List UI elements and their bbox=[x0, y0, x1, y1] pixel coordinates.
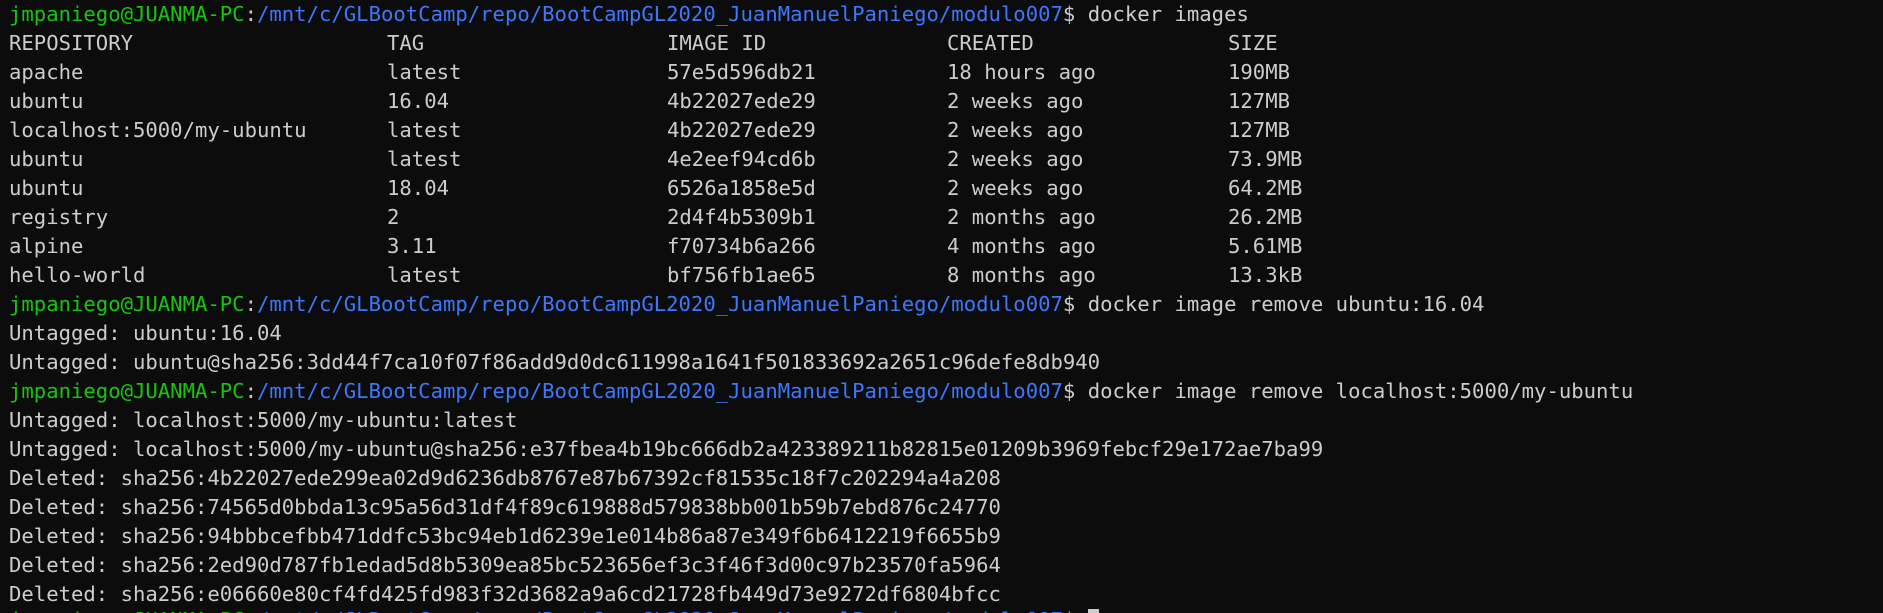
cell-image-id: 6526a1858e5d bbox=[667, 176, 816, 200]
prompt-colon: : bbox=[244, 2, 257, 26]
cell-tag: 18.04 bbox=[387, 176, 449, 200]
cell-created: 8 months ago bbox=[947, 263, 1096, 287]
prompt-path: /mnt/c/GLBootCamp/repo/BootCampGL2020_Ju… bbox=[256, 2, 1063, 26]
cell-tag: latest bbox=[387, 263, 462, 287]
prompt-user: jmpaniego@JUANMA-PC bbox=[9, 2, 245, 26]
cell-repository: registry bbox=[9, 205, 109, 229]
command-text: docker image remove ubuntu:16.04 bbox=[1075, 292, 1485, 316]
cell-created: 2 months ago bbox=[947, 205, 1096, 229]
prompt-dollar: $ bbox=[1063, 608, 1075, 613]
prompt-colon: : bbox=[244, 292, 257, 316]
prompt-path: /mnt/c/GLBootCamp/repo/BootCampGL2020_Ju… bbox=[257, 608, 1063, 613]
cell-size: 127MB bbox=[1228, 118, 1290, 142]
prompt-path: /mnt/c/GLBootCamp/repo/BootCampGL2020_Ju… bbox=[256, 379, 1063, 403]
column-header-size: SIZE bbox=[1228, 31, 1278, 55]
cell-size: 5.61MB bbox=[1228, 234, 1303, 258]
column-header-created: CREATED bbox=[947, 31, 1034, 55]
prompt-user: jmpaniego@JUANMA-PC bbox=[9, 608, 245, 613]
output-line: Deleted: sha256:74565d0bbda13c95a56d31df… bbox=[9, 495, 1001, 519]
output-line: Untagged: localhost:5000/my-ubuntu:lates… bbox=[9, 408, 518, 432]
cell-repository: apache bbox=[9, 60, 84, 84]
terminal-window[interactable]: jmpaniego@JUANMA-PC:/mnt/c/GLBootCamp/re… bbox=[0, 0, 1883, 613]
cell-image-id: 57e5d596db21 bbox=[667, 60, 816, 84]
cell-created: 2 weeks ago bbox=[947, 89, 1084, 113]
column-header-repository: REPOSITORY bbox=[9, 31, 133, 55]
cell-repository: alpine bbox=[9, 234, 84, 258]
output-line: Untagged: ubuntu@sha256:3dd44f7ca10f07f8… bbox=[9, 350, 1101, 374]
cell-created: 2 weeks ago bbox=[947, 176, 1084, 200]
column-header-tag: TAG bbox=[387, 31, 425, 55]
cell-image-id: bf756fb1ae65 bbox=[667, 263, 816, 287]
cell-size: 13.3kB bbox=[1228, 263, 1303, 287]
cell-tag: latest bbox=[387, 60, 462, 84]
cell-size: 26.2MB bbox=[1228, 205, 1303, 229]
cell-image-id: 4b22027ede29 bbox=[667, 118, 816, 142]
table-row: hello-world latest bf756fb1ae65 8 months… bbox=[9, 261, 1883, 290]
cell-image-id: 4b22027ede29 bbox=[667, 89, 816, 113]
cell-size: 73.9MB bbox=[1228, 147, 1303, 171]
output-line: Untagged: localhost:5000/my-ubuntu@sha25… bbox=[9, 437, 1324, 461]
table-row: ubuntu 18.04 6526a1858e5d 2 weeks ago 64… bbox=[9, 174, 1883, 203]
table-row: ubuntu 16.04 4b22027ede29 2 weeks ago 12… bbox=[9, 87, 1883, 116]
output-line: Deleted: sha256:2ed90d787fb1edad5d8b5309… bbox=[9, 553, 1001, 577]
prompt-colon: : bbox=[244, 379, 257, 403]
cell-image-id: 4e2eef94cd6b bbox=[667, 147, 816, 171]
prompt-user: jmpaniego@JUANMA-PC bbox=[9, 379, 245, 403]
output-line: Untagged: ubuntu:16.04 bbox=[9, 321, 282, 345]
cell-created: 2 weeks ago bbox=[947, 147, 1084, 171]
prompt-user: jmpaniego@JUANMA-PC bbox=[9, 292, 245, 316]
cell-repository: ubuntu bbox=[9, 89, 84, 113]
cell-created: 2 weeks ago bbox=[947, 118, 1084, 142]
cell-repository: hello-world bbox=[9, 263, 146, 287]
cell-size: 127MB bbox=[1228, 89, 1290, 113]
cell-repository: ubuntu bbox=[9, 147, 84, 171]
partial-prompt-line: jmpaniego@JUANMA-PC:/mnt/c/GLBootCamp/re… bbox=[9, 606, 1099, 613]
prompt-line: jmpaniego@JUANMA-PC:/mnt/c/GLBootCamp/re… bbox=[9, 290, 1883, 319]
cell-size: 190MB bbox=[1228, 60, 1290, 84]
cell-tag: latest bbox=[387, 147, 462, 171]
prompt-colon: : bbox=[245, 608, 257, 613]
table-row: localhost:5000/my-ubuntu latest 4b22027e… bbox=[9, 116, 1883, 145]
cell-tag: latest bbox=[387, 118, 462, 142]
command-text: docker images bbox=[1075, 2, 1249, 26]
cell-size: 64.2MB bbox=[1228, 176, 1303, 200]
prompt-dollar: $ bbox=[1062, 2, 1076, 26]
cell-image-id: f70734b6a266 bbox=[667, 234, 816, 258]
prompt-dollar: $ bbox=[1062, 292, 1076, 316]
prompt-dollar: $ bbox=[1062, 379, 1076, 403]
cell-tag: 16.04 bbox=[387, 89, 449, 113]
cell-repository: ubuntu bbox=[9, 176, 84, 200]
text-cursor bbox=[1087, 609, 1099, 613]
cell-repository: localhost:5000/my-ubuntu bbox=[9, 118, 307, 142]
column-header-image-id: IMAGE ID bbox=[667, 31, 767, 55]
cell-created: 4 months ago bbox=[947, 234, 1096, 258]
cell-created: 18 hours ago bbox=[947, 60, 1096, 84]
table-row: registry 2 2d4f4b5309b1 2 months ago 26.… bbox=[9, 203, 1883, 232]
prompt-line: jmpaniego@JUANMA-PC:/mnt/c/GLBootCamp/re… bbox=[9, 0, 1883, 29]
prompt-path: /mnt/c/GLBootCamp/repo/BootCampGL2020_Ju… bbox=[256, 292, 1063, 316]
cell-image-id: 2d4f4b5309b1 bbox=[667, 205, 816, 229]
cell-tag: 2 bbox=[387, 205, 400, 229]
table-row: alpine 3.11 f70734b6a266 4 months ago 5.… bbox=[9, 232, 1883, 261]
table-row: apache latest 57e5d596db21 18 hours ago … bbox=[9, 58, 1883, 87]
output-line: Deleted: sha256:4b22027ede299ea02d9d6236… bbox=[9, 466, 1001, 490]
cell-tag: 3.11 bbox=[387, 234, 437, 258]
command-text: docker image remove localhost:5000/my-ub… bbox=[1075, 379, 1634, 403]
output-line: Deleted: sha256:e06660e80cf4fd425fd983f3… bbox=[9, 582, 1001, 606]
table-row: ubuntu latest 4e2eef94cd6b 2 weeks ago 7… bbox=[9, 145, 1883, 174]
output-line: Deleted: sha256:94bbbcefbb471ddfc53bc94e… bbox=[9, 524, 1001, 548]
table-header: REPOSITORY TAG IMAGE ID CREATED SIZE bbox=[9, 29, 1883, 58]
prompt-line: jmpaniego@JUANMA-PC:/mnt/c/GLBootCamp/re… bbox=[9, 377, 1883, 406]
